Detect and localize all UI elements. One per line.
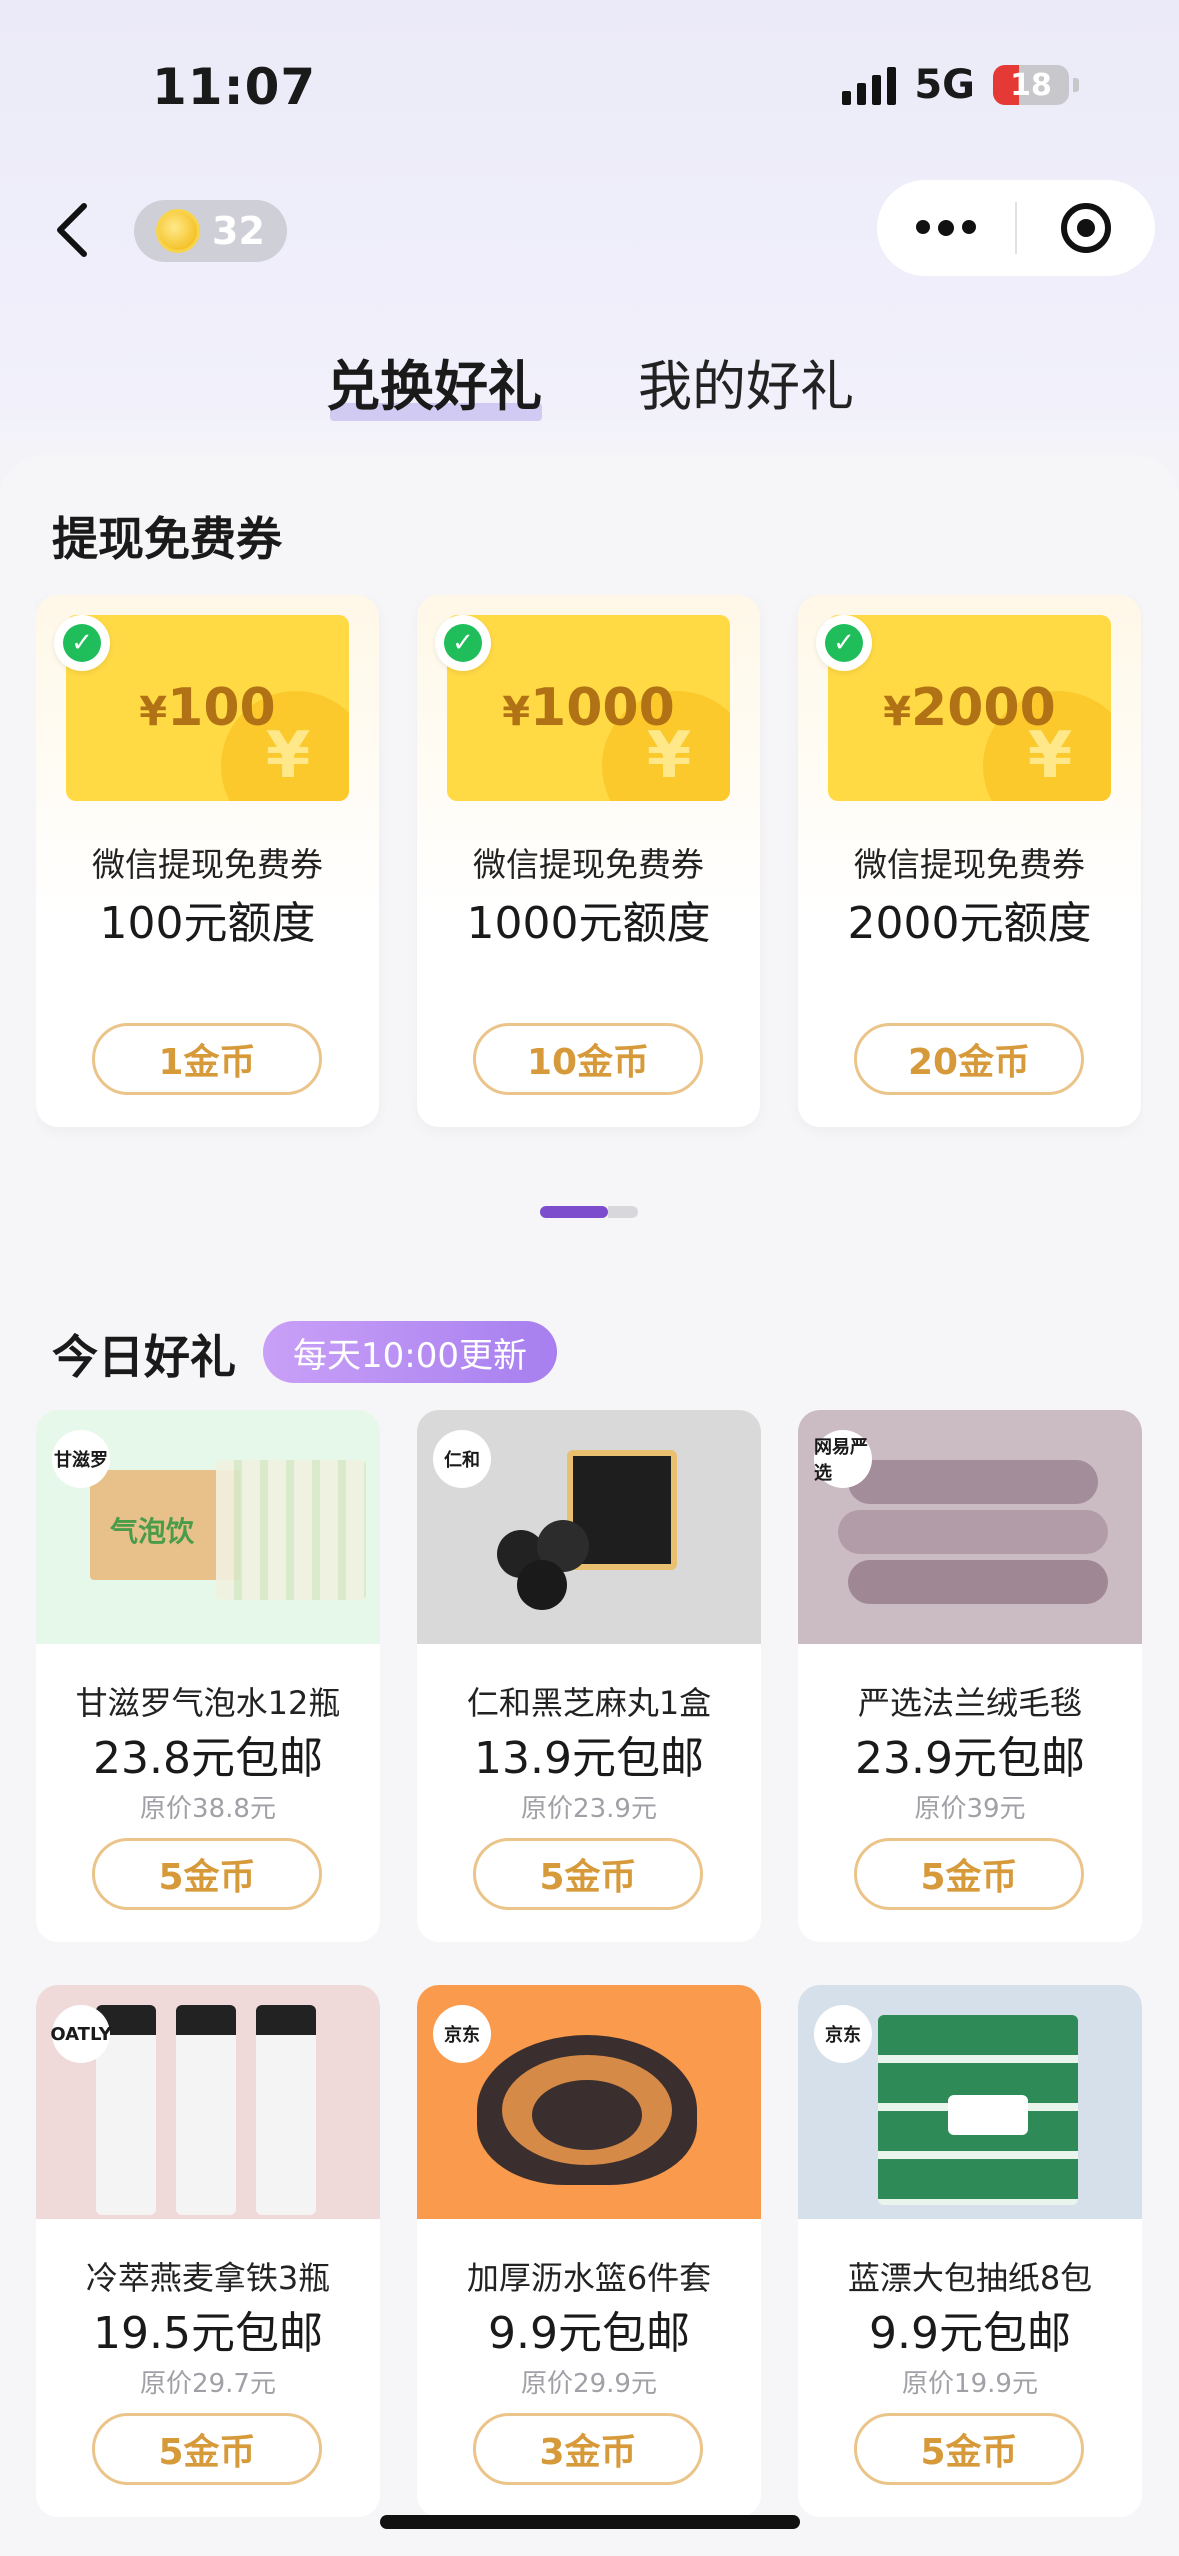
chevron-left-icon <box>57 203 87 257</box>
product-image: OATLY <box>36 1985 380 2219</box>
wechat-icon: ✓ <box>816 615 872 671</box>
redeem-button[interactable]: 1金币 <box>92 1023 322 1095</box>
coupon-amount: ¥2000 <box>883 678 1056 738</box>
battery-level: 18 <box>1010 67 1052 103</box>
daily-section-title: 今日好礼 <box>52 1330 236 1384</box>
coupon-subtitle: 微信提现免费券 <box>473 845 704 884</box>
tab-my-gifts[interactable]: 我的好礼 <box>638 342 854 421</box>
product-price: 9.9元包邮 <box>488 2308 690 2359</box>
redeem-button[interactable]: 20金币 <box>854 1023 1084 1095</box>
product-image: 京东 <box>417 1985 761 2219</box>
brand-logo: 网易严选 <box>814 1430 872 1488</box>
redeem-button[interactable]: 5金币 <box>473 1838 703 1910</box>
original-price: 原价23.9元 <box>521 1794 657 1824</box>
coin-balance[interactable]: 32 <box>134 200 287 262</box>
product-name: 严选法兰绒毛毯 <box>857 1684 1082 1722</box>
product-price: 13.9元包邮 <box>474 1733 704 1784</box>
product-name: 蓝漂大包抽纸8包 <box>847 2259 1093 2297</box>
coupon-subtitle: 微信提现免费券 <box>92 845 323 884</box>
status-indicators: 5G 18 <box>842 62 1079 108</box>
redeem-button[interactable]: 5金币 <box>92 1838 322 1910</box>
redeem-button[interactable]: 3金币 <box>473 2413 703 2485</box>
product-card[interactable]: 京东蓝漂大包抽纸8包 9.9元包邮原价19.9元 5金币 <box>798 1985 1142 2517</box>
product-card[interactable]: 甘滋罗 气泡饮甘滋罗气泡水12瓶 23.8元包邮原价38.8元 5金币 <box>36 1410 380 1942</box>
original-price: 原价38.8元 <box>140 1794 276 1824</box>
original-price: 原价19.9元 <box>902 2369 1038 2399</box>
withdraw-section-title: 提现免费券 <box>52 512 282 566</box>
battery-icon: 18 <box>993 65 1069 105</box>
brand-logo: 甘滋罗 <box>52 1430 110 1488</box>
redeem-button[interactable]: 5金币 <box>92 2413 322 2485</box>
original-price: 原价29.9元 <box>521 2369 657 2399</box>
product-name: 甘滋罗气泡水12瓶 <box>75 1684 341 1722</box>
product-price: 19.5元包邮 <box>93 2308 323 2359</box>
tab-exchange-gifts[interactable]: 兑换好礼 <box>326 342 542 421</box>
miniprogram-capsule <box>877 180 1155 276</box>
original-price: 原价29.7元 <box>140 2369 276 2399</box>
back-button[interactable] <box>46 195 96 265</box>
close-miniprogram-button[interactable] <box>1017 203 1155 253</box>
coupon-quota: 100元额度 <box>99 898 316 949</box>
more-dots-icon <box>916 220 930 234</box>
status-time: 11:07 <box>152 58 317 116</box>
wechat-icon: ✓ <box>54 615 110 671</box>
coupon-card[interactable]: ✓ ¥ ¥100 微信提现免费券 100元额度 1金币 <box>36 595 379 1127</box>
redeem-button[interactable]: 5金币 <box>854 1838 1084 1910</box>
product-price: 9.9元包邮 <box>869 2308 1071 2359</box>
brand-logo: OATLY <box>50 2005 112 2063</box>
product-card[interactable]: OATLY 冷萃燕麦拿铁3瓶 19.5元包邮原价29.7元 5金币 <box>36 1985 380 2517</box>
coupon-carousel[interactable]: ✓ ¥ ¥100 微信提现免费券 100元额度 1金币 ✓ ¥ ¥1000 微信… <box>36 595 1143 1170</box>
coupon-subtitle: 微信提现免费券 <box>854 845 1085 884</box>
target-icon <box>1061 203 1111 253</box>
carousel-indicator <box>540 1206 638 1218</box>
product-name: 加厚沥水篮6件套 <box>466 2259 712 2297</box>
coin-icon <box>156 209 200 253</box>
product-name: 冷萃燕麦拿铁3瓶 <box>85 2259 331 2297</box>
product-card[interactable]: 京东加厚沥水篮6件套 9.9元包邮原价29.9元 3金币 <box>417 1985 761 2517</box>
coupon-card[interactable]: ✓ ¥ ¥2000 微信提现免费券 2000元额度 20金币 <box>798 595 1141 1127</box>
network-label: 5G <box>914 62 975 108</box>
coupon-amount: ¥1000 <box>502 678 675 738</box>
coupon-card[interactable]: ✓ ¥ ¥1000 微信提现免费券 1000元额度 10金币 <box>417 595 760 1127</box>
product-image: 甘滋罗 气泡饮 <box>36 1410 380 1644</box>
product-image: 仁和 <box>417 1410 761 1644</box>
coin-count: 32 <box>212 209 265 253</box>
brand-logo: 京东 <box>433 2005 491 2063</box>
wechat-icon: ✓ <box>435 615 491 671</box>
redeem-button[interactable]: 10金币 <box>473 1023 703 1095</box>
product-name: 仁和黑芝麻丸1盒 <box>466 1684 712 1722</box>
brand-logo: 仁和 <box>433 1430 491 1488</box>
coupon-amount: ¥100 <box>139 678 276 738</box>
redeem-button[interactable]: 5金币 <box>854 2413 1084 2485</box>
product-price: 23.8元包邮 <box>93 1733 323 1784</box>
product-card[interactable]: 仁和仁和黑芝麻丸1盒 13.9元包邮原价23.9元 5金币 <box>417 1410 761 1942</box>
more-button[interactable] <box>877 220 1015 236</box>
product-price: 23.9元包邮 <box>855 1733 1085 1784</box>
signal-icon <box>842 65 897 105</box>
coupon-quota: 1000元额度 <box>466 898 711 949</box>
brand-logo: 京东 <box>814 2005 872 2063</box>
product-card[interactable]: 网易严选严选法兰绒毛毯 23.9元包邮原价39元 5金币 <box>798 1410 1142 1942</box>
home-indicator <box>380 2515 800 2529</box>
original-price: 原价39元 <box>914 1794 1026 1824</box>
product-image: 网易严选 <box>798 1410 1142 1644</box>
update-time-badge: 每天10:00更新 <box>263 1321 557 1383</box>
product-image: 京东 <box>798 1985 1142 2219</box>
coupon-quota: 2000元额度 <box>847 898 1092 949</box>
